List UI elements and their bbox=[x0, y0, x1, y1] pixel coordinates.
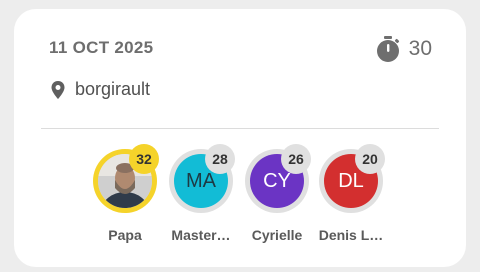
event-card[interactable]: 11 OCT 2025 30 borgirault 32 Papa MA 28 … bbox=[14, 9, 466, 267]
participant-master[interactable]: MA 28 Master… bbox=[166, 144, 236, 249]
score-badge: 32 bbox=[129, 144, 159, 174]
participant-denis[interactable]: DL 20 Denis L… bbox=[316, 144, 386, 249]
event-date: 11 OCT 2025 bbox=[49, 38, 154, 57]
score-badge: 26 bbox=[281, 144, 311, 174]
location-name: borgirault bbox=[75, 79, 151, 99]
participant-name: Cyrielle bbox=[251, 227, 303, 243]
divider bbox=[41, 128, 439, 129]
map-pin-icon bbox=[50, 80, 66, 100]
participant-name: Papa bbox=[108, 227, 142, 243]
score-badge: 28 bbox=[205, 144, 235, 174]
event-location: borgirault bbox=[50, 79, 150, 100]
stopwatch-icon bbox=[375, 35, 401, 63]
participant-papa[interactable]: 32 Papa bbox=[90, 144, 160, 249]
score-badge: 20 bbox=[355, 144, 385, 174]
event-duration: 30 bbox=[375, 35, 432, 63]
participant-name: Denis L… bbox=[318, 227, 384, 243]
participant-cyrielle[interactable]: CY 26 Cyrielle bbox=[242, 144, 312, 249]
participants-list: 32 Papa MA 28 Master… CY 26 Cyrielle DL … bbox=[90, 144, 390, 249]
participant-name: Master… bbox=[171, 227, 231, 243]
duration-value: 30 bbox=[408, 37, 432, 60]
